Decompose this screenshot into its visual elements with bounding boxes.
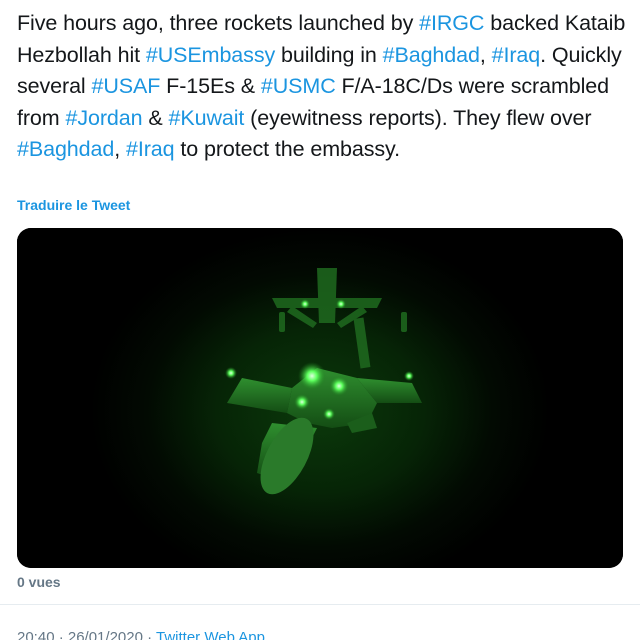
- tweet-text-segment: building in: [275, 42, 383, 67]
- hashtag-link[interactable]: #IRGC: [419, 11, 484, 35]
- tweet-meta: 20:40 · 26/01/2020 · Twitter Web App: [17, 629, 265, 640]
- tweet-text-segment: ,: [479, 42, 492, 67]
- tweet-text-segment: &: [142, 105, 169, 130]
- hashtag-link[interactable]: #USAF: [91, 74, 160, 98]
- view-count: 0 vues: [17, 574, 61, 590]
- translate-tweet-link[interactable]: Traduire le Tweet: [17, 197, 130, 213]
- tweet-video[interactable]: [17, 228, 623, 568]
- tweet-text-segment: ,: [114, 137, 126, 161]
- divider: [0, 604, 640, 605]
- tweet-text-segment: (eyewitness reports). They flew over: [244, 105, 592, 130]
- hashtag-link[interactable]: #Kuwait: [168, 106, 244, 130]
- hashtag-link[interactable]: #Iraq: [492, 43, 541, 67]
- hashtag-link[interactable]: #Iraq: [126, 137, 175, 161]
- tweet-text-segment: F-15Es &: [160, 74, 261, 98]
- hashtag-link[interactable]: #Baghdad: [383, 43, 480, 67]
- tweet-text-segment: Five hours ago, three rockets launched b…: [17, 11, 420, 35]
- hashtag-link[interactable]: #Baghdad: [17, 137, 114, 161]
- timestamp[interactable]: 20:40 · 26/01/2020 ·: [17, 629, 156, 640]
- tweet-text: Five hours ago, three rockets launched b…: [17, 8, 629, 166]
- hashtag-link[interactable]: #Jordan: [65, 106, 142, 130]
- night-vision-video-frame: [17, 228, 623, 568]
- hashtag-link[interactable]: #USMC: [261, 74, 336, 98]
- tweet-card: Five hours ago, three rockets launched b…: [0, 0, 640, 640]
- hashtag-link[interactable]: #USEmbassy: [146, 43, 275, 67]
- tweet-text-segment: to protect the embassy.: [174, 137, 400, 161]
- source-app-link[interactable]: Twitter Web App: [156, 629, 265, 640]
